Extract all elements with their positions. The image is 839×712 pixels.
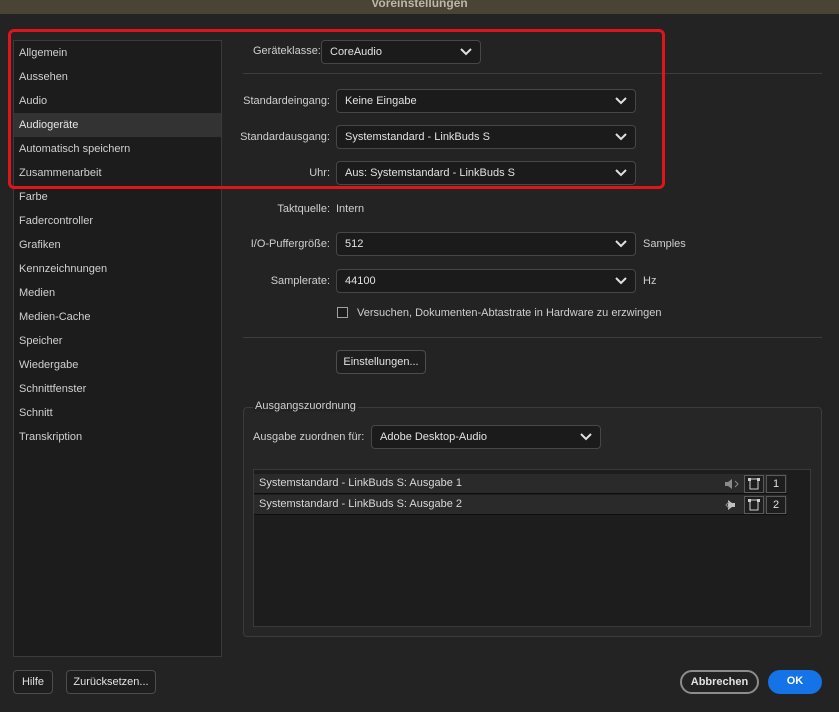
samplerate-dropdown[interactable]: 44100 — [336, 269, 636, 293]
chevron-down-icon — [580, 433, 592, 441]
speaker-icon[interactable] — [722, 496, 742, 514]
bracket-icon[interactable] — [744, 475, 764, 493]
help-button[interactable]: Hilfe — [13, 670, 53, 694]
divider — [243, 337, 822, 338]
row-name: Systemstandard - LinkBuds S: Ausgabe 2 — [259, 498, 463, 510]
buffer-size-dropdown[interactable]: 512 — [336, 232, 636, 256]
sidebar-item-grafiken[interactable]: Grafiken — [14, 233, 221, 257]
sidebar-item-kennzeichnungen[interactable]: Kennzeichnungen — [14, 257, 221, 281]
window-title: Voreinstellungen — [371, 0, 468, 10]
row-name: Systemstandard - LinkBuds S: Ausgabe 1 — [259, 477, 463, 489]
buffer-size-unit: Samples — [643, 238, 686, 250]
bracket-icon[interactable] — [744, 496, 764, 514]
sidebar-item-schnittfenster[interactable]: Schnittfenster — [14, 377, 221, 401]
table-row[interactable]: Systemstandard - LinkBuds S: Ausgabe 2 2 — [254, 495, 787, 515]
samplerate-unit: Hz — [643, 275, 657, 287]
map-output-label: Ausgabe zuordnen für: — [253, 431, 365, 443]
channel-number[interactable]: 2 — [766, 496, 786, 514]
sidebar-item-wiedergabe[interactable]: Wiedergabe — [14, 353, 221, 377]
force-rate-label: Versuchen, Dokumenten-Abtastrate in Hard… — [357, 307, 662, 319]
sidebar-item-fadercontroller[interactable]: Fadercontroller — [14, 209, 221, 233]
chevron-down-icon — [615, 277, 627, 285]
output-mapping-legend: Ausgangszuordnung — [253, 400, 358, 412]
reset-button[interactable]: Zurücksetzen... — [66, 670, 156, 694]
cancel-button[interactable]: Abbrechen — [680, 670, 759, 694]
map-output-value: Adobe Desktop-Audio — [380, 431, 488, 443]
chevron-down-icon — [615, 240, 627, 248]
sidebar-item-schnitt[interactable]: Schnitt — [14, 401, 221, 425]
map-output-dropdown[interactable]: Adobe Desktop-Audio — [371, 425, 601, 449]
buffer-size-value: 512 — [345, 238, 364, 250]
sidebar-item-speicher[interactable]: Speicher — [14, 329, 221, 353]
clock-source-label: Taktquelle: — [277, 203, 330, 215]
force-rate-checkbox[interactable] — [337, 307, 348, 318]
clock-source-value: Intern — [336, 203, 365, 215]
sidebar-item-transkription[interactable]: Transkription — [14, 425, 221, 449]
samplerate-label: Samplerate: — [270, 275, 330, 287]
settings-button[interactable]: Einstellungen... — [336, 350, 426, 374]
speaker-icon[interactable] — [722, 475, 742, 493]
table-row[interactable]: Systemstandard - LinkBuds S: Ausgabe 1 1 — [254, 474, 787, 494]
highlight-box — [8, 29, 665, 189]
samplerate-value: 44100 — [345, 275, 376, 287]
channel-number[interactable]: 1 — [766, 475, 786, 493]
ok-button[interactable]: OK — [768, 670, 822, 694]
buffer-size-label: I/O-Puffergröße: — [250, 238, 330, 250]
sidebar-item-medien[interactable]: Medien — [14, 281, 221, 305]
window-titlebar: Voreinstellungen — [0, 0, 839, 14]
sidebar-item-medien-cache[interactable]: Medien-Cache — [14, 305, 221, 329]
